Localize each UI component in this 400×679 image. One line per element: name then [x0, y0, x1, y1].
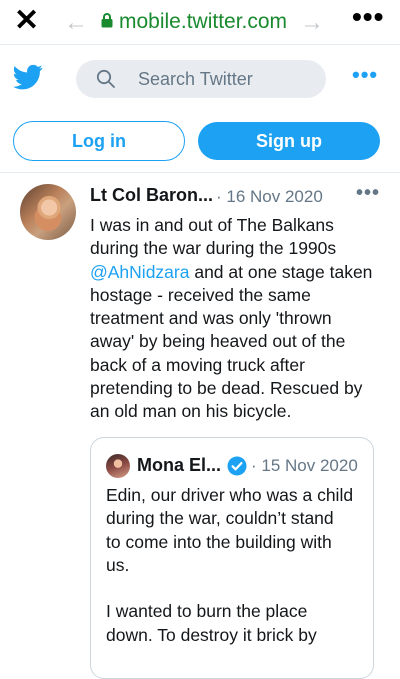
- search-icon: [96, 69, 115, 88]
- quote-text-line: us.: [106, 554, 130, 575]
- header-more-icon[interactable]: •••: [352, 64, 378, 86]
- quote-text-line: Edin, our driver who was a child: [106, 485, 354, 505]
- tweet-text-line: pretending to be dead. Rescued by: [90, 378, 363, 399]
- tweet-text-line: during the war during the 1990s: [90, 238, 337, 259]
- lock-icon: [101, 13, 113, 28]
- tweet-text-line: treatment and was only 'thrown: [90, 308, 332, 329]
- tweet-date[interactable]: · 16 Nov 2020: [216, 187, 323, 207]
- browser-more-icon[interactable]: •••: [352, 3, 384, 31]
- quote-text-line: down. To destroy it brick by: [106, 624, 317, 645]
- tweet-text-line: away' by being heaved out of the: [90, 331, 346, 352]
- address-bar-url[interactable]: mobile.twitter.com: [119, 10, 287, 34]
- tweet-more-icon[interactable]: •••: [356, 183, 380, 203]
- tweet-text-line: back of a moving truck after: [90, 354, 305, 375]
- divider: [0, 172, 400, 173]
- verified-badge-icon: [227, 456, 247, 476]
- tweet-text-line: @AhNidzara and at one stage taken: [90, 261, 390, 284]
- quote-body: Edin, our driver who was a child during …: [106, 484, 366, 647]
- quote-text-line: to come into the building with: [106, 531, 332, 552]
- search-placeholder: Search Twitter: [138, 69, 253, 89]
- mention-link[interactable]: @AhNidzara: [90, 262, 189, 282]
- forward-arrow-icon[interactable]: →: [300, 9, 324, 37]
- twitter-bird-icon[interactable]: [12, 62, 44, 92]
- quote-text-line: I wanted to burn the place: [106, 601, 308, 622]
- login-button[interactable]: Log in: [13, 121, 185, 161]
- quote-date: · 15 Nov 2020: [251, 456, 358, 475]
- avatar[interactable]: [20, 184, 76, 240]
- quote-text-line: [106, 577, 366, 600]
- tweet-text-line: an old man on his bicycle.: [90, 401, 292, 422]
- search-input[interactable]: Search Twitter: [76, 60, 326, 98]
- quote-author-name: Mona El...: [137, 455, 222, 475]
- browser-bar: ✕ ← mobile.twitter.com → •••: [0, 0, 400, 45]
- tweet-author-name[interactable]: Lt Col Baron...: [90, 185, 213, 206]
- tweet-text-line: hostage - received the same: [90, 284, 311, 305]
- close-icon[interactable]: ✕: [14, 6, 39, 36]
- tweet-text-fragment: and at one stage taken: [189, 261, 373, 282]
- quote-text-line: during the war, couldn’t stand: [106, 508, 334, 529]
- back-arrow-icon[interactable]: ←: [64, 9, 88, 37]
- tweet-body: I was in and out of The Balkans during t…: [90, 214, 390, 424]
- quoted-tweet-card[interactable]: Mona El... · 15 Nov 2020 Edin, our drive…: [90, 437, 374, 679]
- quote-avatar: [106, 454, 130, 478]
- signup-button[interactable]: Sign up: [198, 122, 380, 160]
- tweet-text-line: I was in and out of The Balkans: [90, 215, 334, 235]
